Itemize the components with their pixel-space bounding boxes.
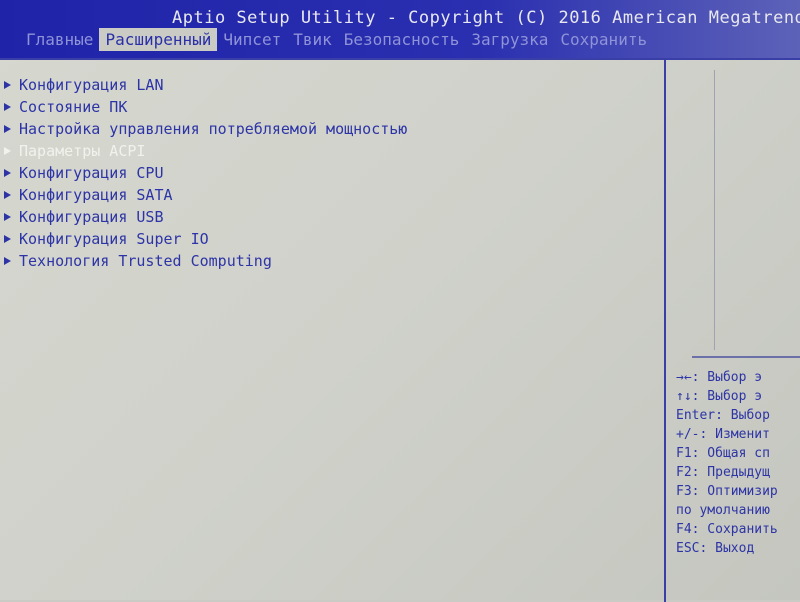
tab-security[interactable]: Безопасность [338, 28, 466, 51]
arrow-right-icon [4, 169, 11, 177]
arrow-right-icon [4, 235, 11, 243]
arrow-right-icon [4, 191, 11, 199]
help-line: по умолчанию [676, 503, 770, 518]
tab-main[interactable]: Главные [20, 28, 99, 51]
help-line: +/-: Изменит [676, 427, 770, 442]
menu-item-tpm[interactable]: Технология Trusted Computing [4, 250, 407, 272]
arrow-right-icon [4, 147, 11, 155]
arrow-right-icon [4, 213, 11, 221]
arrow-right-icon [4, 81, 11, 89]
menu-item-label: Конфигурация SATA [19, 186, 173, 204]
help-divider [692, 356, 800, 358]
help-line: F1: Общая сп [676, 446, 770, 461]
menu-item-label: Конфигурация Super IO [19, 230, 209, 248]
description-divider [714, 70, 715, 350]
menu-item-label: Настройка управления потребляемой мощнос… [19, 120, 408, 138]
menu-item-usb[interactable]: Конфигурация USB [4, 206, 407, 228]
help-line: F4: Сохранить [676, 522, 778, 537]
content-area: Конфигурация LAN Состояние ПК Настройка … [0, 58, 800, 602]
menu-list: Конфигурация LAN Состояние ПК Настройка … [4, 74, 407, 272]
menu-item-label: Конфигурация CPU [19, 164, 164, 182]
tab-chipset[interactable]: Чипсет [217, 28, 287, 51]
menu-item-pc-health[interactable]: Состояние ПК [4, 96, 407, 118]
help-panel: →←: Выбор э ↑↓: Выбор э Enter: Выбор +/-… [676, 368, 778, 558]
app-title: Aptio Setup Utility - Copyright (C) 2016… [172, 8, 800, 28]
menu-item-power[interactable]: Настройка управления потребляемой мощнос… [4, 118, 407, 140]
menu-item-label: Конфигурация USB [19, 208, 164, 226]
arrow-right-icon [4, 257, 11, 265]
bios-screen: Aptio Setup Utility - Copyright (C) 2016… [0, 0, 800, 602]
help-line: ESC: Выход [676, 541, 755, 556]
help-line: →←: Выбор э [676, 370, 763, 385]
help-line: Enter: Выбор [676, 408, 770, 423]
menu-item-cpu[interactable]: Конфигурация CPU [4, 162, 407, 184]
menu-item-label: Конфигурация LAN [19, 76, 164, 94]
title-bar: Aptio Setup Utility - Copyright (C) 2016… [0, 0, 800, 58]
menu-item-superio[interactable]: Конфигурация Super IO [4, 228, 407, 250]
menu-item-sata[interactable]: Конфигурация SATA [4, 184, 407, 206]
tab-advanced[interactable]: Расширенный [99, 28, 218, 51]
panel-divider [664, 60, 666, 602]
menu-item-acpi[interactable]: Параметры ACPI [4, 140, 407, 162]
help-line: ↑↓: Выбор э [676, 389, 763, 404]
menu-item-lan[interactable]: Конфигурация LAN [4, 74, 407, 96]
arrow-right-icon [4, 125, 11, 133]
help-line: F2: Предыдущ [676, 465, 770, 480]
arrow-right-icon [4, 103, 11, 111]
tab-boot[interactable]: Загрузка [465, 28, 554, 51]
menu-item-label: Состояние ПК [19, 98, 128, 116]
tab-save[interactable]: Сохранить [554, 28, 653, 51]
tab-tweak[interactable]: Твик [287, 28, 338, 51]
help-line: F3: Оптимизир [676, 484, 778, 499]
menu-item-label: Параметры ACPI [19, 142, 146, 160]
menu-item-label: Технология Trusted Computing [19, 252, 272, 270]
tab-bar: Главные Расширенный Чипсет Твик Безопасн… [20, 28, 653, 51]
